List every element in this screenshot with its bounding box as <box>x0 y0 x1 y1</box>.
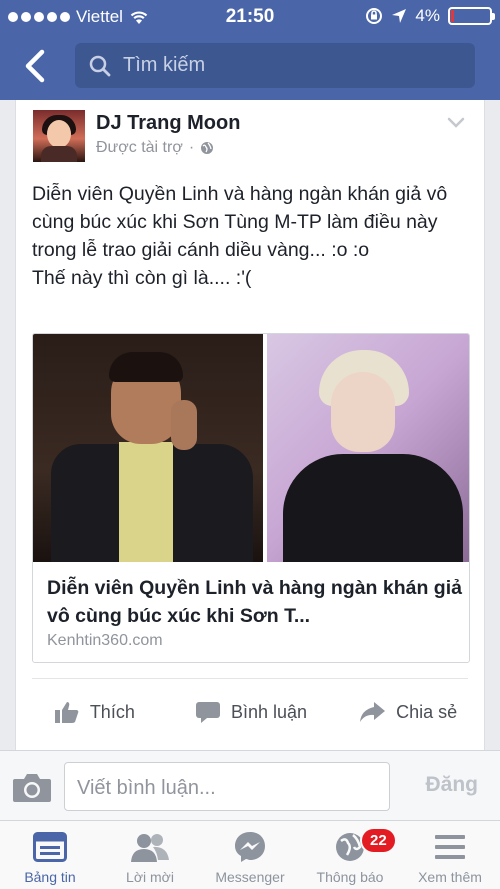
tab-news-feed[interactable]: Bảng tin <box>0 821 100 889</box>
notification-badge: 22 <box>360 827 397 854</box>
avatar[interactable] <box>33 110 85 162</box>
share-label: Chia sẻ <box>396 701 458 722</box>
news-feed-icon <box>33 832 67 862</box>
post-text-line: Diễn viên Quyền Linh và hàng ngàn khán g… <box>32 183 448 261</box>
location-arrow-icon <box>392 9 407 23</box>
post-comment-button[interactable]: Đăng <box>426 773 479 797</box>
post-text-line: Thế này thì còn gì là.... :'( <box>32 267 252 289</box>
search-icon <box>89 55 111 76</box>
sponsored-text: Được tài trợ <box>96 139 183 156</box>
sponsored-separator: · <box>188 139 195 156</box>
comment-button[interactable]: Bình luận <box>173 694 330 730</box>
tab-label: Messenger <box>215 869 285 885</box>
comment-icon <box>195 702 220 723</box>
tab-friend-requests[interactable]: Lời mời <box>100 821 200 889</box>
comment-input[interactable]: Viết bình luận... <box>64 762 390 811</box>
post-author[interactable]: DJ Trang Moon <box>96 112 240 135</box>
rotation-lock-icon <box>366 8 383 24</box>
comment-bar: Viết bình luận... Đăng <box>0 750 500 820</box>
like-button[interactable]: Thích <box>16 694 173 730</box>
thumbs-up-icon <box>54 702 79 723</box>
post-text: Diễn viên Quyền Linh và hàng ngàn khán g… <box>32 180 472 292</box>
tab-more[interactable]: Xem thêm <box>400 821 500 889</box>
tab-bar: Bảng tin Lời mời Messenger 22 Thông báo … <box>0 820 500 889</box>
comment-label: Bình luận <box>230 701 308 722</box>
tab-label: Bảng tin <box>24 869 76 885</box>
tab-label: Thông báo <box>316 869 384 885</box>
search-placeholder: Tìm kiếm <box>123 54 206 76</box>
search-input[interactable]: Tìm kiếm <box>75 43 475 88</box>
share-button[interactable]: Chia sẻ <box>329 694 486 730</box>
menu-icon <box>435 835 465 859</box>
photo-man-on-phone <box>33 334 263 562</box>
like-label: Thích <box>89 701 135 722</box>
link-title[interactable]: Diễn viên Quyền Linh và hàng ngàn khán g… <box>47 574 462 630</box>
sponsored-label: Được tài trợ · <box>96 139 214 157</box>
chevron-down-icon[interactable] <box>446 116 466 130</box>
battery-icon <box>448 7 495 25</box>
tab-label: Lời mời <box>126 869 174 885</box>
link-domain: Kenhtin360.com <box>47 632 163 649</box>
post-card: DJ Trang Moon Được tài trợ · Diễn viên Q… <box>15 100 485 750</box>
tab-messenger[interactable]: Messenger <box>200 821 300 889</box>
link-preview[interactable]: Diễn viên Quyền Linh và hàng ngàn khán g… <box>32 333 470 663</box>
friend-requests-icon <box>131 834 169 862</box>
globe-icon <box>201 142 214 154</box>
photo-blonde-singer <box>266 334 469 562</box>
status-bar: Viettel 21:50 4% <box>0 0 500 34</box>
back-arrow-icon[interactable] <box>18 48 52 84</box>
link-image[interactable] <box>33 334 469 562</box>
tab-notifications[interactable]: 22 Thông báo <box>300 821 400 889</box>
messenger-icon <box>235 832 265 862</box>
top-bar: Viettel 21:50 4% Tìm kiếm <box>0 0 500 100</box>
camera-icon[interactable] <box>12 771 52 803</box>
share-arrow-icon <box>360 702 386 722</box>
divider <box>32 678 468 679</box>
post-actions: Thích Bình luận Chia sẻ <box>16 694 486 730</box>
tab-label: Xem thêm <box>418 869 482 885</box>
battery-percent: 4% <box>415 6 440 25</box>
